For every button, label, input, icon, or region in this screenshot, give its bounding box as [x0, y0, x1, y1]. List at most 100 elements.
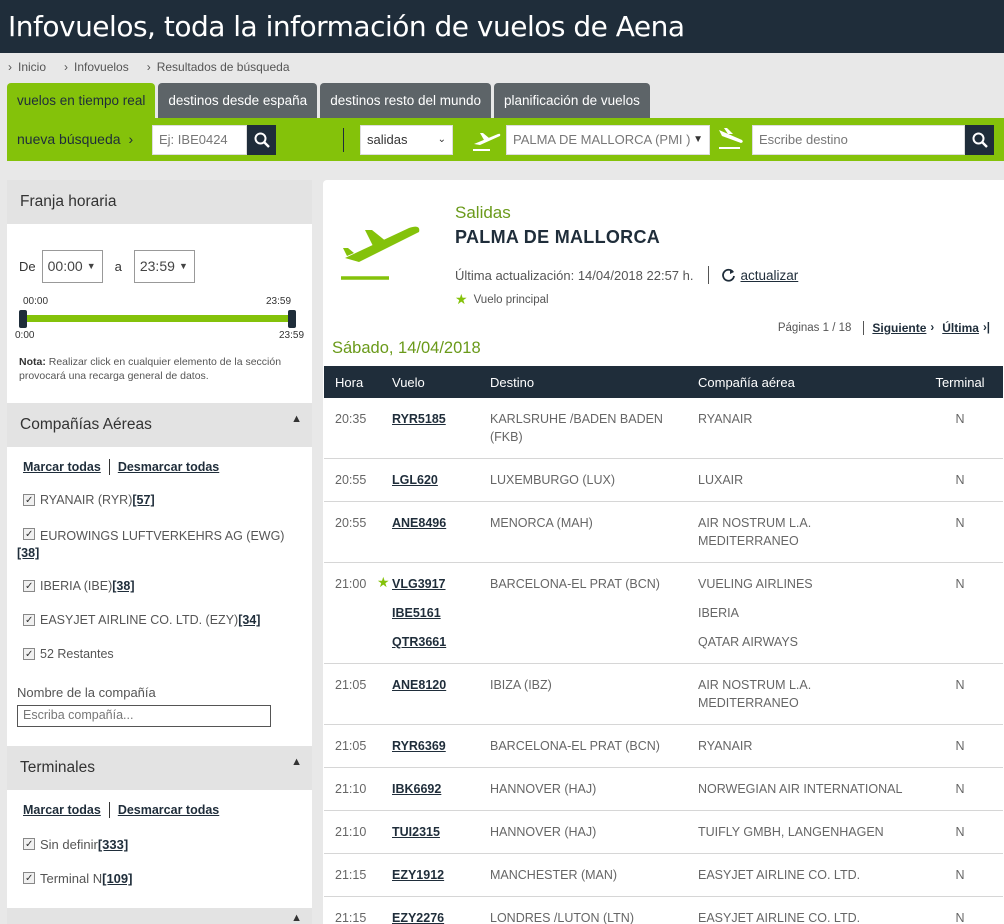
chevron-right-icon: › [128, 131, 134, 147]
flight-terminal: N [917, 767, 1003, 811]
airline-count[interactable]: [38] [112, 578, 134, 595]
tab-destinos-espana[interactable]: destinos desde españa [158, 83, 318, 118]
chevron-right-icon: › [930, 322, 935, 334]
note-text: Realizar click en cualquier elemento de … [19, 356, 282, 382]
collapsed-section-header[interactable]: ▲ [7, 908, 312, 924]
flight-destination: MENORCA (MAH) [479, 501, 687, 563]
flight-airline: EASYJET AIRLINE CO. LTD. [698, 868, 861, 882]
airline-filter-item[interactable]: RYANAIR (RYR)[57] [23, 492, 155, 509]
refresh-icon[interactable] [721, 268, 736, 283]
terminals-filter-header[interactable]: Terminales ▲ [7, 746, 312, 790]
table-row[interactable]: 20:35 RYR5185 KARLSRUHE /BADEN BADEN (FKB)… [324, 398, 1003, 459]
breadcrumb-inicio[interactable]: Inicio [18, 60, 46, 74]
to-time-select[interactable]: 23:59 ▼ [133, 250, 195, 283]
direction-select[interactable]: salidas ⌄ [360, 125, 453, 155]
airline-filter-item[interactable]: EASYJET AIRLINE CO. LTD. (EZY)[34] [23, 612, 260, 629]
flight-airline: AIR NOSTRUM L.A. MEDITERRANEO [698, 678, 812, 710]
table-row[interactable]: 21:15 EZY1912 MANCHESTER (MAN) EASYJET AIRL… [324, 853, 1003, 897]
flight-codes-cell: ANE8496 [381, 501, 479, 563]
terminal-filter-item[interactable]: Sin definir[333] [23, 836, 128, 853]
flight-code-link[interactable]: EZY1912 [392, 866, 468, 884]
flight-time: 21:15 [324, 896, 381, 924]
checkbox[interactable] [23, 526, 35, 543]
flight-code-link[interactable]: EZY2276 [392, 909, 468, 924]
from-time-select[interactable]: 00:00 ▼ [41, 250, 103, 283]
checkbox[interactable] [23, 836, 35, 853]
table-row[interactable]: 21:10 IBK6692 HANNOVER (HAJ) NORWEGIAN AIR … [324, 767, 1003, 811]
flight-code-link[interactable]: IBK6692 [392, 780, 468, 798]
terminal-count[interactable]: [333] [98, 836, 128, 853]
table-row[interactable]: 21:05 ANE8120 IBIZA (IBZ) AIR NOSTRUM L.A. … [324, 663, 1003, 725]
flight-destination: IBIZA (IBZ) [479, 663, 687, 725]
search-button[interactable] [247, 125, 276, 155]
terminals-filter-title: Terminales [20, 759, 95, 776]
flight-code-link[interactable]: LGL620 [392, 471, 468, 489]
refresh-link[interactable]: actualizar [741, 268, 799, 283]
time-slider-track[interactable] [23, 315, 293, 322]
flight-airline: TUIFLY GMBH, LANGENHAGEN [698, 825, 884, 839]
flight-airline: VUELING AIRLINES [698, 577, 813, 591]
terminals-unmark-all[interactable]: Desmarcar todas [118, 803, 219, 817]
note-bold: Nota: [19, 356, 46, 368]
flight-destination: BARCELONA-EL PRAT (BCN) [479, 724, 687, 768]
table-row[interactable]: 21:10 TUI2315 HANNOVER (HAJ) TUIFLY GMBH, L… [324, 810, 1003, 854]
airline-count[interactable]: [38] [17, 546, 39, 560]
checkbox[interactable] [23, 578, 35, 595]
flight-code-link[interactable]: IBE5161 [392, 604, 468, 622]
terminal-count[interactable]: [109] [102, 870, 132, 887]
table-row[interactable]: 21:05 RYR6369 BARCELONA-EL PRAT (BCN) RYANA… [324, 724, 1003, 768]
airline-filter-item[interactable]: 52 Restantes [23, 646, 114, 663]
airlines-filter-header[interactable]: Compañías Aéreas ▲ [7, 403, 312, 447]
flight-search-input[interactable]: Ej: IBE0424 [152, 125, 247, 155]
last-page-link[interactable]: Última [942, 321, 979, 335]
destination-search-button[interactable] [965, 125, 994, 155]
new-search-text: nueva búsqueda [17, 131, 121, 147]
flight-airline: LUXAIR [698, 473, 744, 487]
airline-count[interactable]: [34] [238, 612, 260, 629]
departure-plane-icon [473, 133, 501, 151]
flight-code-link[interactable]: TUI2315 [392, 823, 468, 841]
flight-code-link[interactable]: ANE8120 [392, 676, 468, 694]
terminal-filter-item[interactable]: Terminal N[109] [23, 870, 132, 887]
flight-time: 20:35 [324, 398, 381, 459]
origin-select[interactable]: PALMA DE MALLORCA (PMI ) ▼ [506, 125, 710, 155]
checkbox[interactable] [23, 646, 35, 663]
airline-filter-item[interactable]: IBERIA (IBE)[38] [23, 578, 134, 595]
airlines-unmark-all[interactable]: Desmarcar todas [118, 460, 219, 474]
breadcrumb-infovuelos[interactable]: Infovuelos [74, 60, 129, 74]
checkbox[interactable] [23, 492, 35, 509]
destination-input[interactable]: Escribe destino [752, 125, 965, 155]
next-page-link[interactable]: Siguiente [872, 321, 926, 335]
airlines-mark-all[interactable]: Marcar todas [23, 460, 101, 474]
time-filter-title: Franja horaria [20, 193, 117, 210]
table-row[interactable]: 21:15 EZY2276 LONDRES /LUTON (LTN) EASYJET … [324, 896, 1003, 924]
table-row[interactable]: 20:55 ANE8496 MENORCA (MAH) AIR NOSTRUM L.A… [324, 501, 1003, 563]
time-slider-min-handle[interactable] [19, 310, 27, 328]
tab-destinos-mundo[interactable]: destinos resto del mundo [320, 83, 492, 118]
filter-note: Nota: Realizar click en cualquier elemen… [19, 355, 289, 383]
flight-codes-cell: EZY2276 [381, 896, 479, 924]
flight-code-link[interactable]: RYR6369 [392, 737, 468, 755]
flight-code-link[interactable]: QTR3661 [392, 633, 468, 651]
time-slider-max-handle[interactable] [288, 310, 296, 328]
tab-vuelos-tiempo-real[interactable]: vuelos en tiempo real [7, 83, 156, 118]
flight-code-link[interactable]: ANE8496 [392, 514, 468, 532]
flight-code-link[interactable]: RYR5185 [392, 410, 468, 428]
flight-terminal: N [917, 896, 1003, 924]
airline-filter-item[interactable]: EUROWINGS LUFTVERKEHRS AG (EWG)[38] [17, 526, 287, 562]
results-airport: PALMA DE MALLORCA [455, 227, 661, 247]
time-range-row: De 00:00 ▼ a 23:59 ▼ [19, 250, 195, 283]
col-terminal: Terminal [917, 366, 1003, 398]
terminals-mark-all[interactable]: Marcar todas [23, 803, 101, 817]
star-icon: ★ [377, 574, 390, 590]
table-row[interactable]: 20:55 LGL620 LUXEMBURGO (LUX) LUXAIR N [324, 458, 1003, 502]
slider-bottom-min-label: 0:00 [15, 330, 35, 341]
checkbox[interactable] [23, 612, 35, 629]
flight-code-link[interactable]: VLG3917 [392, 575, 468, 593]
checkbox[interactable] [23, 870, 35, 887]
last-page-icon: ›| [982, 322, 990, 334]
airline-name-input[interactable]: Escriba compañía... [17, 705, 271, 727]
table-row[interactable]: 21:00 ★ VLG3917 IBE5161 QTR3661 BARCELONA-EL … [324, 562, 1003, 664]
tab-planificacion[interactable]: planificación de vuelos [494, 83, 650, 118]
airline-count[interactable]: [57] [132, 492, 154, 509]
